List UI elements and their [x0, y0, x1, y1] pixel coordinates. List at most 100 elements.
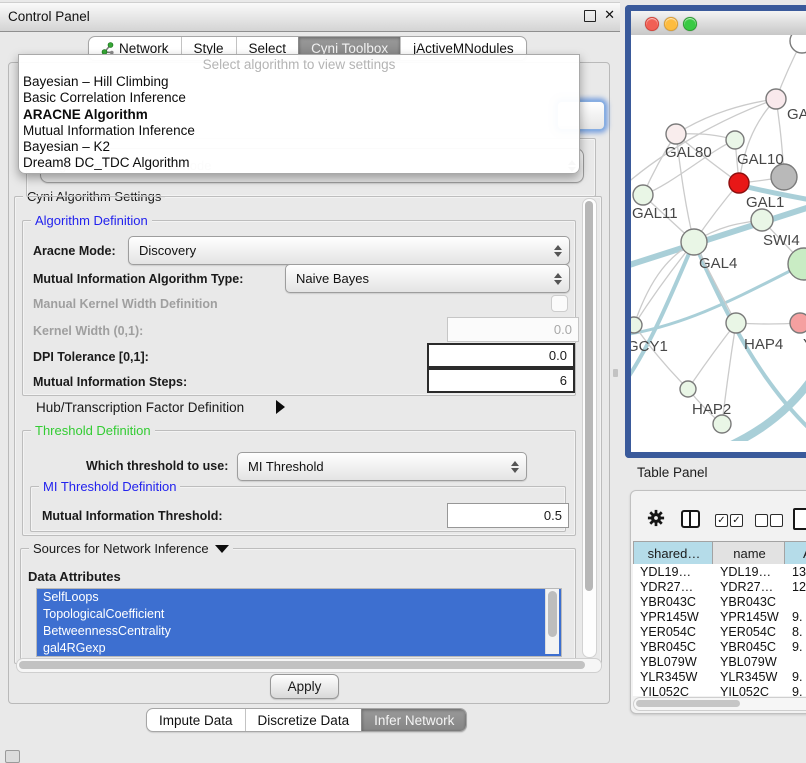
network-node-gal1[interactable] — [729, 173, 749, 193]
network-node-gcy1[interactable] — [631, 317, 642, 333]
settings-vertical-scrollbar[interactable] — [582, 198, 597, 658]
network-node-gal10[interactable] — [726, 131, 744, 149]
table-cell[interactable]: YLR345W — [633, 670, 713, 684]
table-cell[interactable]: 8. — [786, 625, 806, 639]
table-cell[interactable]: YIL052C — [713, 685, 786, 696]
table-cell[interactable]: 9. — [786, 685, 806, 696]
expander-arrow-icon[interactable] — [276, 400, 285, 414]
minimized-panel-icon[interactable] — [5, 750, 20, 763]
dropdown-item[interactable]: Mutual Information Inference — [19, 123, 579, 139]
data-attributes-list[interactable]: SelfLoopsTopologicalCoefficientBetweenne… — [36, 588, 562, 657]
tab-discretize-data[interactable]: Discretize Data — [245, 709, 362, 731]
deselect-checkbox-icon-2[interactable] — [770, 514, 783, 527]
mi-steps-field[interactable]: 6 — [427, 368, 575, 393]
network-node-gal11[interactable] — [633, 185, 653, 205]
network-window-titlebar[interactable] — [631, 11, 806, 36]
tab-impute-data[interactable]: Impute Data — [147, 709, 245, 731]
table-cell[interactable]: 9. — [786, 640, 806, 654]
tab-infer-network[interactable]: Infer Network — [361, 709, 466, 731]
close-panel-button[interactable]: ✕ — [604, 7, 615, 23]
settings-scrollbar-thumb[interactable] — [585, 201, 593, 591]
mi-type-combo[interactable]: Naive Bayes — [285, 264, 570, 293]
manual-kernel-checkbox[interactable] — [551, 295, 568, 312]
table-cell[interactable]: YDR27… — [713, 580, 786, 594]
table-cell[interactable]: YPR145W — [713, 610, 786, 624]
table-cell[interactable]: YER054C — [713, 625, 786, 639]
table-row[interactable]: YER054CYER054C8. — [633, 624, 806, 639]
attribute-list-item[interactable]: TopologicalCoefficient — [37, 606, 561, 623]
network-node[interactable] — [788, 248, 806, 280]
network-node-swi4[interactable] — [751, 209, 773, 231]
select-all-checkbox-icon-2[interactable]: ✓ — [730, 514, 743, 527]
attribute-list-item[interactable]: BetweennessCentrality — [37, 623, 561, 640]
network-view-window[interactable]: GALGAL80GAL10GAL1GAL11SWI4GAL4GCY1HAP4YH… — [625, 5, 806, 458]
attributes-list-scrollbar[interactable] — [545, 589, 559, 654]
table-row[interactable]: YBR045CYBR045C9. — [633, 639, 806, 654]
table-cell[interactable]: YDL19… — [633, 565, 713, 579]
dropdown-item[interactable]: Bayesian – Hill Climbing — [19, 74, 579, 90]
table-cell[interactable]: YBR045C — [633, 640, 713, 654]
network-node-gal[interactable] — [766, 89, 786, 109]
table-cell[interactable]: YDL19… — [713, 565, 786, 579]
hub-definition-label[interactable]: Hub/Transcription Factor Definition — [36, 400, 244, 415]
horizontal-scrollbar-thumb[interactable] — [19, 661, 585, 669]
select-all-checkbox-icon[interactable]: ✓ — [715, 514, 728, 527]
network-node[interactable] — [790, 35, 806, 53]
network-canvas[interactable]: GALGAL80GAL10GAL1GAL11SWI4GAL4GCY1HAP4YH… — [631, 35, 806, 452]
zoom-traffic-light[interactable] — [683, 17, 697, 31]
mi-threshold-field[interactable]: 0.5 — [447, 503, 569, 528]
table-row[interactable]: YBL079WYBL079W — [633, 655, 806, 670]
network-node-hap4[interactable] — [726, 313, 746, 333]
dropdown-item[interactable]: Basic Correlation Inference — [19, 90, 579, 106]
table-row[interactable]: YDL19…YDL19…13 — [633, 564, 806, 579]
network-edge[interactable] — [688, 323, 736, 389]
kernel-width-field[interactable]: 0.0 — [447, 317, 579, 342]
network-edge[interactable] — [631, 99, 776, 185]
table-row[interactable]: YBR043CYBR043C — [633, 594, 806, 609]
which-threshold-combo[interactable]: MI Threshold — [237, 452, 527, 481]
table-cell[interactable]: YBR045C — [713, 640, 786, 654]
table-cell[interactable]: 9. — [786, 670, 806, 684]
network-node-gal4[interactable] — [681, 229, 707, 255]
gear-icon[interactable] — [647, 509, 665, 527]
attribute-list-item[interactable]: gal4RGexp — [37, 640, 561, 657]
collapse-arrow-icon[interactable] — [215, 545, 229, 553]
network-node-gal80[interactable] — [666, 124, 686, 144]
dpi-tolerance-field[interactable]: 0.0 — [427, 343, 575, 368]
table-scrollbar-thumb[interactable] — [636, 700, 740, 707]
table-cell[interactable]: YER054C — [633, 625, 713, 639]
table-horizontal-scrollbar[interactable] — [633, 697, 806, 711]
dropdown-item[interactable]: Dream8 DC_TDC Algorithm — [19, 155, 579, 171]
table-cell[interactable]: YDR27… — [633, 580, 713, 594]
table-cell[interactable]: 12 — [786, 580, 806, 594]
table-cell[interactable]: YBR043C — [633, 595, 713, 609]
attributes-scrollbar-thumb[interactable] — [548, 591, 557, 637]
table-cell[interactable]: YBL079W — [633, 655, 713, 669]
column-header-shared[interactable]: shared… — [633, 541, 715, 565]
table-row[interactable]: YDR27…YDR27…12 — [633, 579, 806, 594]
table-cell[interactable]: YBR043C — [713, 595, 786, 609]
dropdown-item[interactable]: Bayesian – K2 — [19, 139, 579, 155]
settings-horizontal-scrollbar[interactable] — [16, 658, 602, 673]
table-cell[interactable]: YPR145W — [633, 610, 713, 624]
column-header-name[interactable]: name — [712, 541, 787, 565]
aracne-mode-combo[interactable]: Discovery — [128, 236, 570, 265]
column-header-next[interactable]: A — [784, 541, 806, 565]
table-cell[interactable]: 9. — [786, 610, 806, 624]
table-cell[interactable]: YLR345W — [713, 670, 786, 684]
apply-button[interactable]: Apply — [270, 674, 339, 699]
table-row[interactable]: YIL052CYIL052C9. — [633, 685, 806, 696]
float-window-button[interactable] — [584, 10, 596, 22]
dropdown-item[interactable]: ARACNE Algorithm — [19, 107, 579, 123]
table-row[interactable]: YLR345WYLR345W9. — [633, 670, 806, 685]
columns-icon[interactable] — [681, 510, 700, 528]
panel-divider-grip[interactable] — [613, 369, 618, 377]
table-cell[interactable]: YIL052C — [633, 685, 713, 696]
table-row[interactable]: YPR145WYPR145W9. — [633, 609, 806, 624]
network-node-y[interactable] — [790, 313, 806, 333]
deselect-checkbox-icon[interactable] — [755, 514, 768, 527]
network-node-hap2[interactable] — [680, 381, 696, 397]
table-cell[interactable]: YBL079W — [713, 655, 786, 669]
minimize-traffic-light[interactable] — [664, 17, 678, 31]
attribute-list-item[interactable]: SelfLoops — [37, 589, 561, 606]
